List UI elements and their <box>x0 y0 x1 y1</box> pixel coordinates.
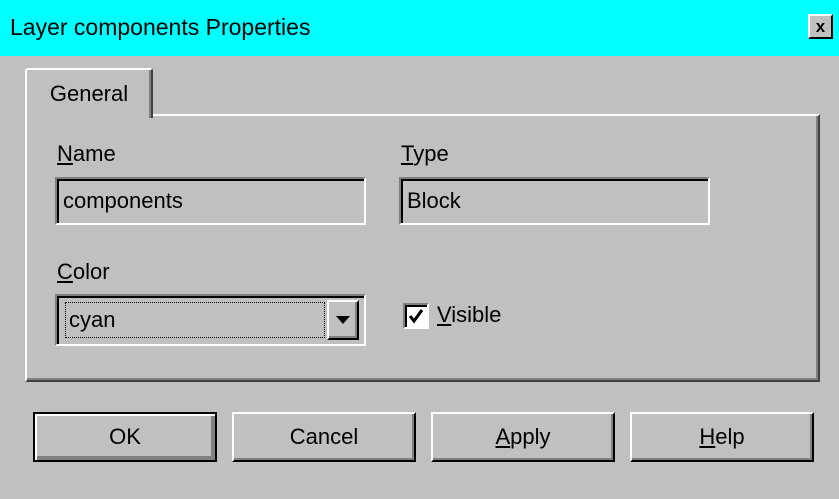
apply-button-label: Apply <box>495 424 551 449</box>
color-dropdown-value: cyan <box>65 302 325 338</box>
ok-button[interactable]: OK <box>33 412 217 462</box>
tab-general[interactable]: General <box>25 68 153 118</box>
type-field[interactable]: Block <box>399 177 710 225</box>
color-dropdown[interactable]: cyan <box>55 294 366 346</box>
name-field-value: components <box>63 188 183 213</box>
help-button-label: Help <box>699 424 745 449</box>
name-field[interactable]: components <box>55 177 366 225</box>
apply-button[interactable]: Apply <box>431 412 615 462</box>
color-dropdown-arrow-button[interactable] <box>327 300 359 340</box>
cancel-button-label: Cancel <box>289 424 359 449</box>
ok-button-label: OK <box>109 424 141 449</box>
cancel-button[interactable]: Cancel <box>232 412 416 462</box>
visible-label[interactable]: Visible <box>437 302 501 328</box>
tab-general-label: General <box>49 81 129 106</box>
close-button[interactable]: x <box>808 14 833 39</box>
color-label: Color <box>57 259 110 284</box>
name-label: Name <box>57 141 116 166</box>
type-label: Type <box>401 141 449 166</box>
help-button[interactable]: Help <box>630 412 814 462</box>
close-icon: x <box>815 17 826 36</box>
title-bar[interactable]: Layer components Properties x <box>0 0 839 56</box>
visible-checkbox[interactable] <box>403 303 429 329</box>
checkmark-icon <box>408 309 424 324</box>
window-title: Layer components Properties <box>10 14 311 40</box>
chevron-down-icon <box>336 316 350 324</box>
type-field-value: Block <box>407 188 461 213</box>
